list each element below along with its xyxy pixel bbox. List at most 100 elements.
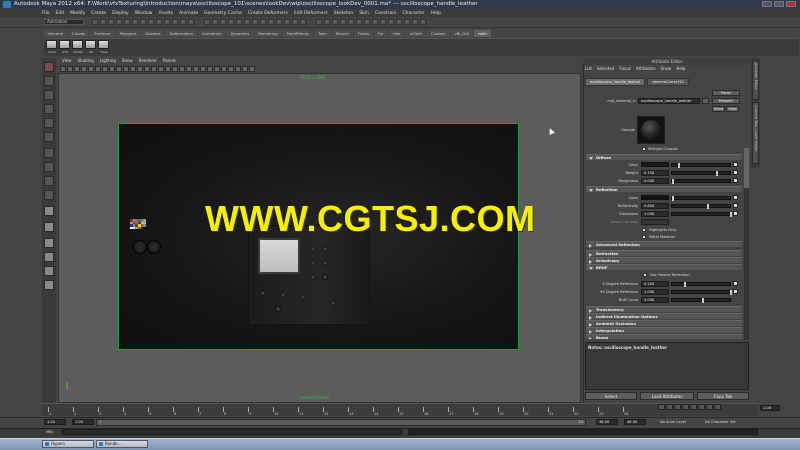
brdf-section-header[interactable]: BRDF xyxy=(586,264,742,270)
status-line-button[interactable] xyxy=(212,19,218,25)
ae-tab[interactable]: oscilloscope_handle_leather xyxy=(585,78,646,86)
diffuse-section-header[interactable]: Diffuse xyxy=(586,154,742,160)
shelf-button-se-icon[interactable] xyxy=(85,40,96,49)
layout-four-icon[interactable] xyxy=(44,190,54,200)
shelf-button-gtx-icon[interactable] xyxy=(59,40,70,49)
status-line-button[interactable] xyxy=(108,19,114,25)
status-line-button[interactable] xyxy=(260,19,266,25)
scrollbar-thumb[interactable] xyxy=(744,148,749,188)
ae-menu-show[interactable]: Show xyxy=(661,66,672,71)
ae-tab[interactable]: gammaCorrect10 xyxy=(647,78,689,86)
status-line-button[interactable] xyxy=(356,19,362,25)
status-line-button[interactable] xyxy=(388,19,394,25)
fresnel-checkbox[interactable] xyxy=(643,273,647,277)
step-back-icon[interactable] xyxy=(674,404,681,410)
metal-material-checkbox[interactable] xyxy=(642,235,646,239)
status-line-button[interactable] xyxy=(172,19,178,25)
shelf-tab-vbi_gui[interactable]: vBi_GUI xyxy=(450,30,474,37)
shelf-tab-animation[interactable]: Animation xyxy=(198,30,226,37)
diffuse-roughness-field[interactable]: 0.000 xyxy=(641,178,669,184)
brdf-curve-slider[interactable] xyxy=(671,298,731,303)
shelf-tab-dynamics[interactable]: Dynamics xyxy=(226,30,254,37)
focus-button[interactable]: Focus xyxy=(712,90,740,96)
menu-item-modify[interactable]: Modify xyxy=(70,11,85,16)
deg90-reflection-map-button[interactable] xyxy=(733,289,738,294)
panel-toolbar-icon[interactable] xyxy=(172,65,178,72)
panel-toolbar-icon[interactable] xyxy=(130,65,136,72)
character-set-label[interactable]: No Character Set xyxy=(705,420,736,424)
panel-toolbar-icon[interactable] xyxy=(186,65,192,72)
play-backward-icon[interactable] xyxy=(682,404,689,410)
shelf-button-flare-icon[interactable] xyxy=(98,40,109,49)
status-line-button[interactable] xyxy=(292,19,298,25)
playback-end-field[interactable]: 36.00 xyxy=(596,419,618,425)
panel-toolbar-icon[interactable] xyxy=(193,65,199,72)
status-line-button[interactable] xyxy=(116,19,122,25)
shelf-tab-general[interactable]: General xyxy=(44,30,67,37)
panel-toolbar-icon[interactable] xyxy=(144,65,150,72)
playback-start-field[interactable]: 1.00 xyxy=(72,419,94,425)
material-name-field[interactable]: oscilloscope_handle_leather xyxy=(638,98,700,104)
panel-toolbar-icon[interactable] xyxy=(207,65,213,72)
panel-toolbar-icon[interactable] xyxy=(235,65,241,72)
panel-toolbar-icon[interactable] xyxy=(165,65,171,72)
status-line-button[interactable] xyxy=(236,19,242,25)
panel-toolbar-icon[interactable] xyxy=(95,65,101,72)
reflection-color-map-button[interactable] xyxy=(733,195,738,200)
status-line-button[interactable] xyxy=(380,19,386,25)
status-line-button[interactable] xyxy=(156,19,162,25)
deg0-reflection-slider[interactable] xyxy=(671,282,731,287)
reflection-color-slider[interactable] xyxy=(671,196,731,201)
panel-toolbar-icon[interactable] xyxy=(109,65,115,72)
shelf-tab-muscle[interactable]: Muscle xyxy=(331,30,353,37)
anim-layer-label[interactable]: No Anim Layer xyxy=(660,420,686,424)
menu-item-constrain[interactable]: Constrain xyxy=(375,11,397,16)
ae-menu-list[interactable]: List xyxy=(585,66,592,71)
diffuse-roughness-slider[interactable] xyxy=(671,179,731,184)
shelf-tab-fur[interactable]: Fur xyxy=(373,30,388,37)
status-line-button[interactable] xyxy=(100,19,106,25)
last-tool-icon[interactable] xyxy=(44,162,54,172)
move-tool-icon[interactable] xyxy=(44,104,54,114)
hide-button[interactable]: Hide xyxy=(726,106,739,112)
menu-item-create[interactable]: Create xyxy=(91,11,106,16)
brdf-curve-field[interactable]: 5.000 xyxy=(641,297,669,303)
panel-toolbar-icon[interactable] xyxy=(221,65,227,72)
shelf-tab-curves[interactable]: Curves xyxy=(67,30,90,37)
go-to-end-icon[interactable] xyxy=(714,404,721,410)
select-tool-icon[interactable] xyxy=(44,62,54,72)
panel-toolbar-icon[interactable] xyxy=(116,65,122,72)
select-button[interactable]: Select xyxy=(585,392,637,400)
status-line-button[interactable] xyxy=(340,19,346,25)
menu-item-skeleton[interactable]: Skeleton xyxy=(334,11,353,16)
panel-toolbar-icon[interactable] xyxy=(158,65,164,72)
status-line-button[interactable] xyxy=(140,19,146,25)
glossiness-field[interactable]: 1.000 xyxy=(641,211,669,217)
panel-toolbar-icon[interactable] xyxy=(249,65,255,72)
refraction-section[interactable]: Refraction xyxy=(586,250,742,257)
anisotropy-section[interactable]: Anisotropy xyxy=(586,257,742,264)
panel-toolbar-icon[interactable] xyxy=(60,65,66,72)
diffuse-roughness-map-button[interactable] xyxy=(733,178,738,183)
shelf-tab-painteffects[interactable]: PaintEffects xyxy=(282,30,313,37)
material-goto-button[interactable] xyxy=(702,98,709,104)
scale-tool-icon[interactable] xyxy=(44,132,54,142)
status-line-button[interactable] xyxy=(316,19,322,25)
indirect-illumination-section[interactable]: Indirect Illumination Options xyxy=(586,313,742,320)
end-time-field[interactable]: 48.00 xyxy=(624,419,646,425)
menu-item-display[interactable]: Display xyxy=(112,11,129,16)
menu-item-animate[interactable]: Animate xyxy=(179,11,198,16)
menu-item-edit-deformers[interactable]: Edit Deformers xyxy=(294,11,328,16)
step-forward-icon[interactable] xyxy=(698,404,705,410)
reflectivity-map-button[interactable] xyxy=(733,203,738,208)
shelf-tab-subdivs[interactable]: Subdivs xyxy=(141,30,165,37)
panel-toolbar-icon[interactable] xyxy=(200,65,206,72)
status-line-button[interactable] xyxy=(244,19,250,25)
reflectivity-field[interactable]: 0.600 xyxy=(641,203,669,209)
status-line-button[interactable] xyxy=(332,19,338,25)
current-frame-field[interactable]: 1.00 xyxy=(760,405,780,411)
shelf-tab-mhh[interactable]: mhh xyxy=(474,30,491,37)
taskbar-item[interactable]: Rende... xyxy=(96,440,148,448)
shelf-button-model-icon[interactable] xyxy=(72,40,83,49)
ae-menu-selected[interactable]: Selected xyxy=(597,66,614,71)
